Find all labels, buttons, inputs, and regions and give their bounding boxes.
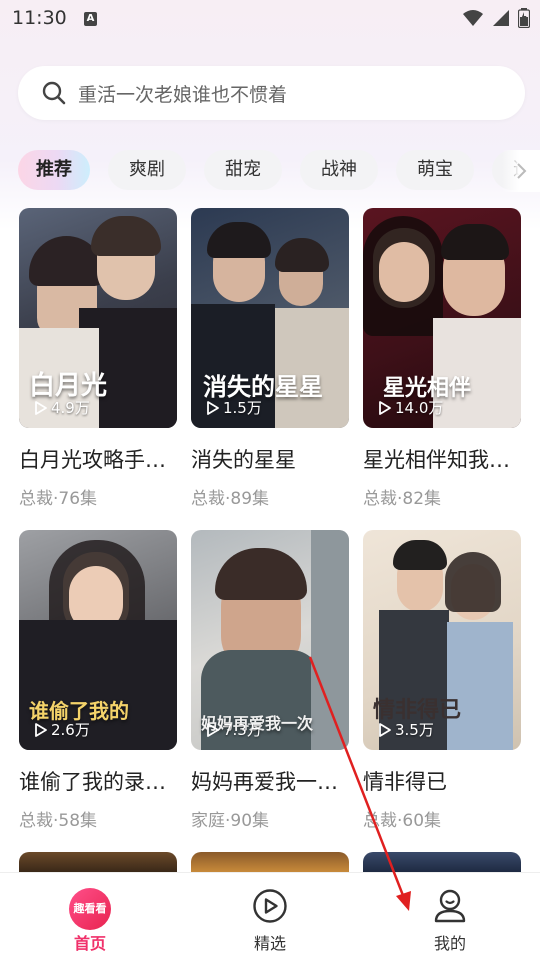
drama-title: 谁偷了我的录…: [19, 770, 166, 794]
play-icon: [379, 400, 391, 415]
wifi-icon: [463, 10, 483, 26]
view-count-text: 3.5万: [395, 721, 434, 739]
drama-card-partial[interactable]: [19, 852, 177, 872]
profile-icon: [434, 889, 466, 923]
tab-tianchong[interactable]: 甜宠: [204, 150, 282, 190]
view-count: 1.5万: [207, 397, 262, 418]
app-logo-icon: 趣看看: [69, 888, 111, 930]
play-icon: [207, 400, 219, 415]
view-count-text: 7.3万: [223, 721, 262, 739]
bottom-nav: 趣看看 首页 精选 我的: [0, 872, 540, 960]
status-icons: [462, 8, 530, 28]
drama-card[interactable]: 星光相伴 14.0万 星光相伴知我… 总裁·82集: [363, 208, 521, 509]
drama-meta: 总裁·82集: [363, 489, 442, 509]
view-count: 2.6万: [35, 719, 90, 740]
cellular-icon: [493, 10, 509, 26]
drama-card-partial[interactable]: [363, 852, 521, 872]
drama-card[interactable]: 情非得已 3.5万 情非得已 总裁·60集: [363, 530, 521, 831]
drama-meta: 总裁·89集: [191, 489, 270, 509]
drama-poster: 消失的星星 1.5万: [191, 208, 349, 428]
drama-card[interactable]: 消失的星星 1.5万 消失的星星 总裁·89集: [191, 208, 349, 509]
drama-meta: 总裁·60集: [363, 811, 442, 831]
play-circle-icon: [253, 889, 287, 923]
battery-icon: [518, 8, 530, 28]
tabs-more-button[interactable]: [502, 150, 540, 192]
nav-featured-label: 精选: [253, 934, 286, 953]
drama-poster: 情非得已 3.5万: [363, 530, 521, 750]
category-tabs: 推荐爽剧甜宠战神萌宝逆: [18, 150, 540, 192]
drama-title: 星光相伴知我…: [363, 448, 510, 472]
drama-card[interactable]: 白月光 4.9万 白月光攻略手… 总裁·76集: [19, 208, 177, 509]
nav-home[interactable]: 趣看看 首页: [30, 873, 150, 960]
drama-meta: 总裁·58集: [19, 811, 98, 831]
drama-poster: 星光相伴 14.0万: [363, 208, 521, 428]
a-badge-icon: A: [84, 12, 97, 26]
view-count: 4.9万: [35, 397, 90, 418]
drama-card-partial[interactable]: [191, 852, 349, 872]
drama-poster: 谁偷了我的 2.6万: [19, 530, 177, 750]
search-placeholder: 重活一次老娘谁也不惯着: [78, 83, 288, 106]
tab-recommend[interactable]: 推荐: [18, 150, 90, 190]
play-icon: [35, 722, 47, 737]
nav-home-label: 首页: [73, 934, 106, 953]
search-icon: [42, 81, 66, 105]
play-icon: [207, 722, 219, 737]
view-count-text: 14.0万: [395, 399, 444, 417]
search-bar[interactable]: 重活一次老娘谁也不惯着: [18, 66, 525, 120]
play-icon: [35, 400, 47, 415]
status-bar: 11:30 A: [0, 0, 540, 38]
view-count-text: 1.5万: [223, 399, 262, 417]
view-count-text: 4.9万: [51, 399, 90, 417]
nav-featured[interactable]: 精选: [210, 873, 330, 960]
drama-card[interactable]: 妈妈再爱我一次 7.3万 妈妈再爱我一… 家庭·90集: [191, 530, 349, 831]
drama-meta: 总裁·76集: [19, 489, 98, 509]
view-count-text: 2.6万: [51, 721, 90, 739]
tab-mengbao[interactable]: 萌宝: [396, 150, 474, 190]
nav-mine[interactable]: 我的: [390, 873, 510, 960]
drama-title: 消失的星星: [191, 448, 296, 472]
drama-card[interactable]: 谁偷了我的 2.6万 谁偷了我的录… 总裁·58集: [19, 530, 177, 831]
nav-mine-label: 我的: [433, 934, 466, 953]
view-count: 14.0万: [379, 397, 443, 418]
tab-shuangju[interactable]: 爽剧: [108, 150, 186, 190]
drama-poster: 妈妈再爱我一次 7.3万: [191, 530, 349, 750]
chevron-right-icon: [517, 163, 527, 179]
drama-title: 白月光攻略手…: [19, 448, 166, 472]
tab-zhanshen[interactable]: 战神: [300, 150, 378, 190]
drama-title: 妈妈再爱我一…: [191, 770, 338, 794]
play-icon: [379, 722, 391, 737]
view-count: 3.5万: [379, 719, 434, 740]
drama-title: 情非得已: [363, 770, 447, 794]
status-time: 11:30: [12, 7, 67, 29]
view-count: 7.3万: [207, 719, 262, 740]
drama-poster: 白月光 4.9万: [19, 208, 177, 428]
drama-meta: 家庭·90集: [191, 811, 270, 831]
